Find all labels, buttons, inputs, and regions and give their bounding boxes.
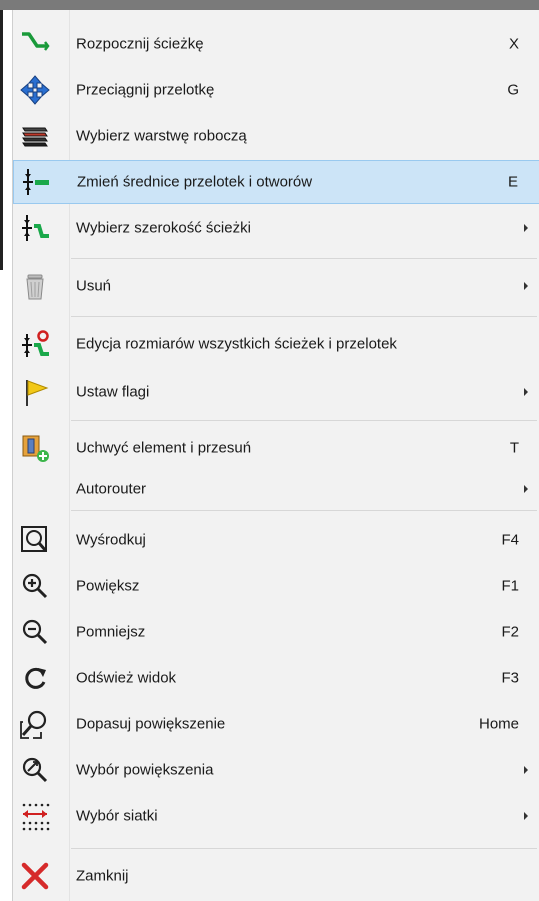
menu-item-shortcut: X <box>508 35 519 53</box>
edit-tracks-vias-icon <box>19 328 51 360</box>
context-menu: Rozpocznij ścieżkę X Przeciągnij przelot… <box>12 10 539 901</box>
menu-item-label: Autorouter <box>76 480 147 498</box>
menu-item-shortcut: G <box>507 81 519 99</box>
track-width-icon <box>19 212 51 244</box>
separator <box>71 848 537 849</box>
menu-item-label: Uchwyć element i przesuń <box>76 439 252 457</box>
zoom-fit-icon <box>19 708 51 740</box>
menu-item-delete[interactable]: Usuń <box>13 266 539 306</box>
menu-item-shortcut: F4 <box>501 531 519 549</box>
submenu-arrow-icon <box>524 812 528 820</box>
menu-item-autorouter[interactable]: Autorouter <box>13 469 539 509</box>
menu-item-shortcut: T <box>509 439 519 457</box>
menu-item-label: Wybierz szerokość ścieżki <box>76 219 251 237</box>
submenu-arrow-icon <box>524 224 528 232</box>
move-footprint-icon <box>19 432 51 464</box>
separator <box>71 420 537 421</box>
menu-item-grid-select[interactable]: Wybór siatki <box>13 796 539 836</box>
title-fragment <box>278 0 282 6</box>
menu-item-shortcut: F1 <box>501 577 519 595</box>
move-arrows-icon <box>19 74 51 106</box>
menu-item-fit-zoom[interactable]: Dopasuj powiększenie Home <box>13 704 539 744</box>
separator <box>71 258 537 259</box>
menu-item-center[interactable]: Wyśrodkuj F4 <box>13 520 539 560</box>
menu-item-label: Usuń <box>76 277 112 295</box>
menu-item-label: Przeciągnij przelotkę <box>76 81 215 99</box>
refresh-icon <box>19 662 51 694</box>
menu-item-label: Wybierz warstwę roboczą <box>76 127 247 145</box>
zoom-in-icon <box>19 570 51 602</box>
menu-item-label: Wyśrodkuj <box>76 531 146 549</box>
submenu-arrow-icon <box>524 485 528 493</box>
menu-item-label: Zmień średnice przelotek i otworów <box>77 173 313 191</box>
route-track-icon <box>19 28 51 60</box>
menu-item-label: Ustaw flagi <box>76 383 150 401</box>
menu-item-close[interactable]: Zamknij <box>13 856 539 896</box>
via-size-icon <box>20 166 52 198</box>
zoom-out-icon <box>19 616 51 648</box>
menu-item-shortcut: F2 <box>501 623 519 641</box>
close-icon <box>19 860 51 892</box>
menu-item-zoom-select[interactable]: Wybór powiększenia <box>13 750 539 790</box>
menu-item-drag-via[interactable]: Przeciągnij przelotkę G <box>13 70 539 110</box>
menu-item-zoom-in[interactable]: Powiększ F1 <box>13 566 539 606</box>
separator <box>71 510 537 511</box>
menu-item-set-flags[interactable]: Ustaw flagi <box>13 372 539 412</box>
menu-item-label: Zamknij <box>76 867 129 885</box>
menu-item-shortcut: E <box>507 173 518 191</box>
menu-item-start-track[interactable]: Rozpocznij ścieżkę X <box>13 24 539 64</box>
menu-item-label: Dopasuj powiększenie <box>76 715 226 733</box>
menu-item-label: Wybór siatki <box>76 807 158 825</box>
menu-item-label: Odśwież widok <box>76 669 177 687</box>
menu-item-edit-all-tracks-vias[interactable]: Edycja rozmiarów wszystkich ścieżek i pr… <box>13 324 539 364</box>
menu-item-change-via-drill[interactable]: Zmień średnice przelotek i otworów E <box>13 160 539 204</box>
menu-item-label: Powiększ <box>76 577 140 595</box>
menu-item-label: Pomniejsz <box>76 623 146 641</box>
window-title-strip <box>0 0 539 10</box>
trash-can-icon <box>19 270 51 302</box>
menu-item-shortcut: Home <box>478 715 519 733</box>
submenu-arrow-icon <box>524 766 528 774</box>
submenu-arrow-icon <box>524 388 528 396</box>
menu-item-label: Wybór powiększenia <box>76 761 214 779</box>
menu-item-label: Rozpocznij ścieżkę <box>76 35 204 53</box>
zoom-center-icon <box>19 524 51 556</box>
zoom-select-icon <box>19 754 51 786</box>
menu-item-zoom-out[interactable]: Pomniejsz F2 <box>13 612 539 652</box>
menu-item-label: Edycja rozmiarów wszystkich ścieżek i pr… <box>76 335 397 353</box>
menu-item-select-working-layer[interactable]: Wybierz warstwę roboczą <box>13 116 539 156</box>
layers-icon <box>19 120 51 152</box>
menu-item-select-track-width[interactable]: Wybierz szerokość ścieżki <box>13 208 539 248</box>
menu-item-grab-and-move[interactable]: Uchwyć element i przesuń T <box>13 428 539 468</box>
menu-item-refresh[interactable]: Odśwież widok F3 <box>13 658 539 698</box>
menu-item-shortcut: F3 <box>501 669 519 687</box>
window-edge <box>0 10 3 270</box>
separator <box>71 316 537 317</box>
grid-select-icon <box>19 800 51 832</box>
flag-icon <box>19 376 51 408</box>
submenu-arrow-icon <box>524 282 528 290</box>
